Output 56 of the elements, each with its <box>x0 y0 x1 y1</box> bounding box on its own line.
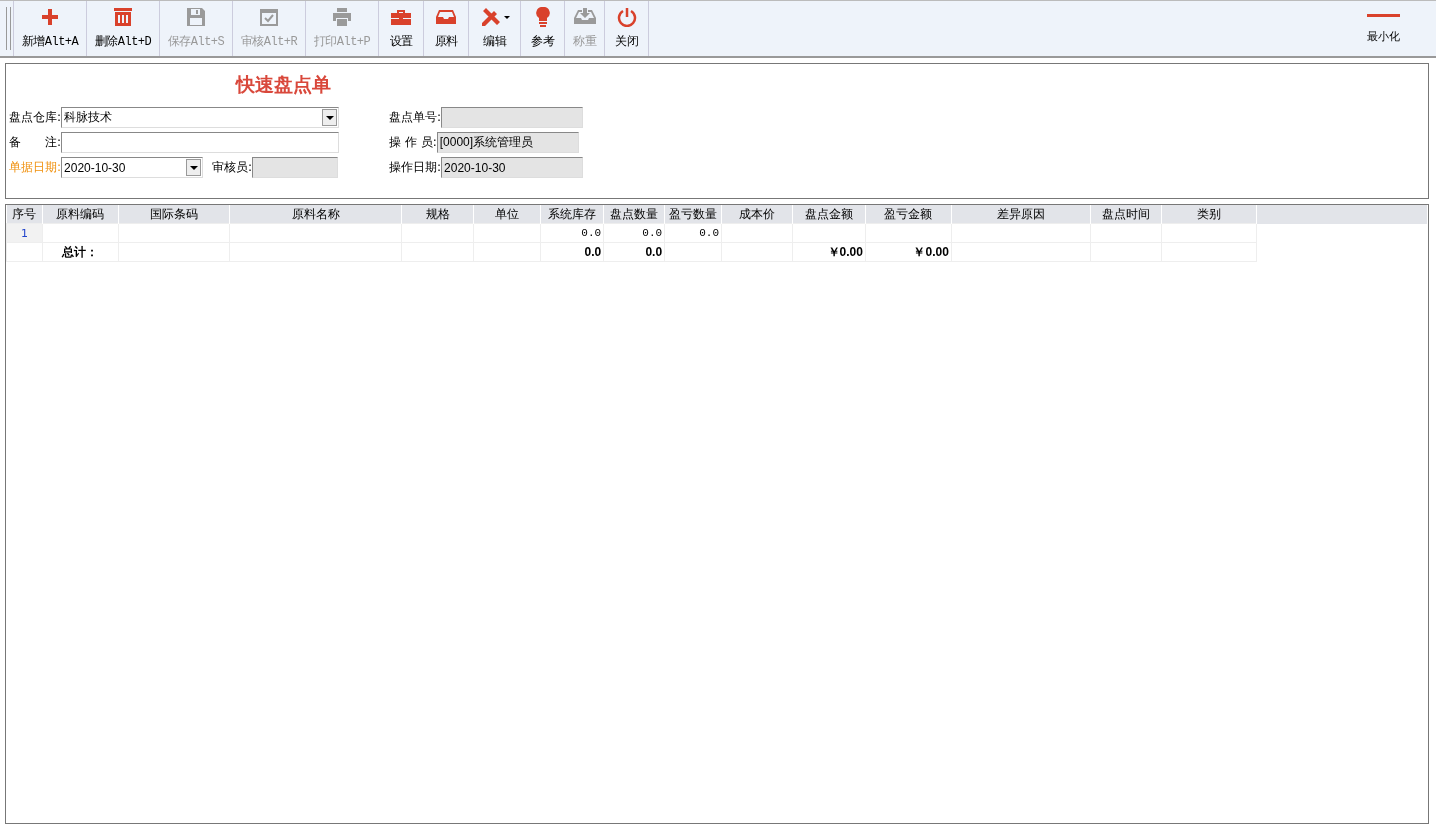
column-header[interactable]: 盈亏数量 <box>664 205 722 224</box>
toolbar-button[interactable]: 新增Alt+A <box>13 1 86 56</box>
form-title: 快速盘点单 <box>236 72 331 97</box>
table-cell: ￥0.00 <box>865 242 952 262</box>
column-header[interactable]: 单位 <box>473 205 541 224</box>
toolbar-button[interactable]: 编辑 <box>468 1 520 56</box>
table-cell: 0.0 <box>540 223 604 243</box>
minimize-button[interactable]: 最小化 <box>1365 1 1402 56</box>
column-header[interactable]: 盘点数量 <box>603 205 665 224</box>
column-header[interactable]: 国际条码 <box>118 205 230 224</box>
toolbar-button[interactable]: 关闭 <box>604 1 649 56</box>
printer-icon <box>332 7 352 27</box>
input-field[interactable]: [0000]系统管理员 <box>436 132 579 153</box>
table-cell: 0.0 <box>603 242 665 262</box>
field-label: 盘点仓库: <box>9 109 62 126</box>
power-icon <box>616 7 637 27</box>
table-cell: 0.0 <box>664 223 722 243</box>
toolbox-icon <box>390 7 412 27</box>
dropdown-field[interactable]: 科脉技术 <box>61 107 340 128</box>
toolbar-button[interactable]: 原料 <box>423 1 468 56</box>
field-label: 单据日期: <box>9 159 62 176</box>
minimize-icon <box>1367 13 1400 17</box>
toolbar-button[interactable]: 设置 <box>378 1 423 56</box>
input-field[interactable] <box>61 132 340 153</box>
column-header[interactable]: 类别 <box>1161 205 1257 224</box>
total-label: 总计： <box>42 242 119 262</box>
row-number: 1 <box>6 223 43 243</box>
column-header[interactable]: 系统库存 <box>540 205 604 224</box>
column-header[interactable]: 盘点时间 <box>1090 205 1162 224</box>
field-label: 操 作 员: <box>389 134 437 151</box>
plus-icon <box>40 7 60 27</box>
column-header[interactable]: 成本价 <box>721 205 793 224</box>
column-header[interactable]: 规格 <box>401 205 474 224</box>
column-header[interactable]: 差异原因 <box>951 205 1091 224</box>
download-tray-icon <box>573 7 596 27</box>
input-field[interactable] <box>441 107 584 128</box>
trash-icon <box>113 7 133 27</box>
column-header[interactable]: 盘点金额 <box>792 205 866 224</box>
input-field[interactable] <box>252 157 339 178</box>
date-picker[interactable]: 2020-10-30 <box>61 157 204 178</box>
field-label: 操作日期: <box>389 159 442 176</box>
input-field[interactable]: 2020-10-30 <box>441 157 584 178</box>
inbox-tray-icon <box>435 7 457 27</box>
column-header[interactable]: 原料名称 <box>229 205 402 224</box>
column-header[interactable]: 盈亏金额 <box>865 205 952 224</box>
toolbar-button[interactable]: 参考 <box>520 1 564 56</box>
table-cell: 0.0 <box>540 242 604 262</box>
checkbox-icon <box>259 7 279 27</box>
toolbar-button[interactable]: 删除Alt+D <box>86 1 159 56</box>
column-header[interactable]: 原料编码 <box>42 205 119 224</box>
table-cell: ￥0.00 <box>792 242 866 262</box>
field-label: 审核员: <box>212 159 253 176</box>
field-label: 盘点单号: <box>389 109 442 126</box>
column-header[interactable]: 序号 <box>6 205 43 224</box>
table-cell: 0.0 <box>603 223 665 243</box>
field-label: 备 注: <box>9 134 62 151</box>
